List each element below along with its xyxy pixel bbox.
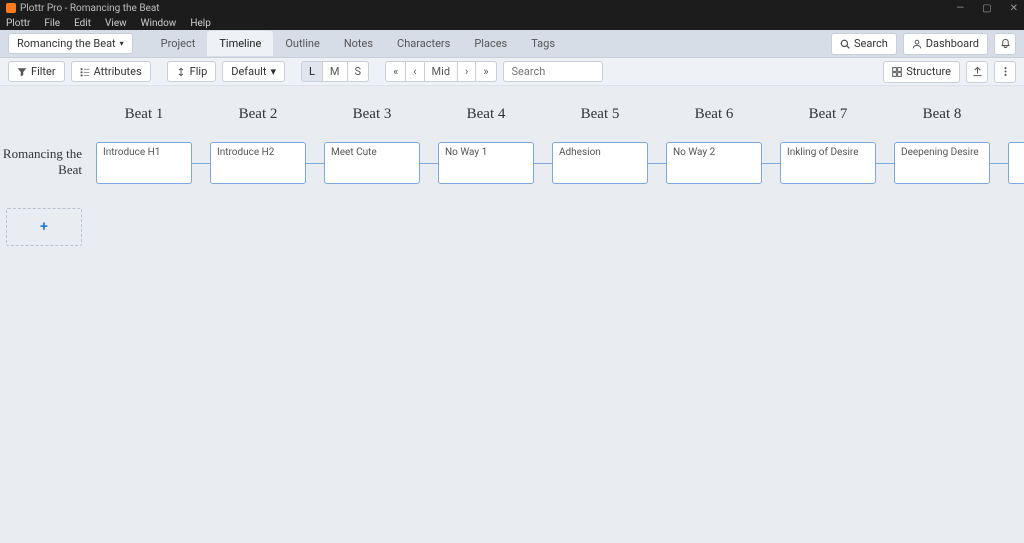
connector-line xyxy=(990,163,1008,164)
scene-card[interactable]: Introduce H1 xyxy=(96,142,192,184)
scene-card[interactable]: Inkling of Desire xyxy=(780,142,876,184)
kebab-icon xyxy=(1000,66,1011,77)
scene-card[interactable]: Adhesion xyxy=(552,142,648,184)
menu-bar: Plottr File Edit View Window Help xyxy=(0,16,1024,30)
tab-notes[interactable]: Notes xyxy=(332,31,385,56)
beat-header[interactable]: Beat 3 xyxy=(324,106,420,123)
connector-line xyxy=(648,163,666,164)
scene-card[interactable]: Meet Cute xyxy=(324,142,420,184)
tab-project[interactable]: Project xyxy=(149,31,208,56)
list-icon xyxy=(80,67,90,77)
scene-card[interactable]: No Way 1 xyxy=(438,142,534,184)
attributes-label: Attributes xyxy=(94,65,142,78)
caret-down-icon: ▾ xyxy=(270,65,276,78)
attributes-button[interactable]: Attributes xyxy=(71,61,151,82)
connector-line xyxy=(534,163,552,164)
filter-button[interactable]: Filter xyxy=(8,61,65,82)
plotline-label[interactable]: Romancing the Beat xyxy=(0,138,86,177)
beat-header[interactable]: Beat 5 xyxy=(552,106,648,123)
scene-card[interactable]: No Way 2 xyxy=(666,142,762,184)
grid-icon xyxy=(892,67,902,77)
plus-icon: + xyxy=(40,219,48,235)
structure-label: Structure xyxy=(906,65,951,78)
search-input[interactable] xyxy=(503,61,603,82)
plotline-row: Introduce H1 Introduce H2 Meet Cute No W… xyxy=(96,142,1024,184)
menu-edit[interactable]: Edit xyxy=(74,18,91,29)
default-label: Default xyxy=(231,65,266,78)
scene-card[interactable]: Introduce H2 xyxy=(210,142,306,184)
nav-tabs: Project Timeline Outline Notes Character… xyxy=(149,31,567,56)
menu-view[interactable]: View xyxy=(105,18,127,29)
filter-label: Filter xyxy=(31,65,56,78)
connector-line xyxy=(762,163,780,164)
tab-characters[interactable]: Characters xyxy=(385,31,462,56)
beat-header[interactable]: Beat 1 xyxy=(96,106,192,123)
menu-help[interactable]: Help xyxy=(190,18,210,29)
tab-outline[interactable]: Outline xyxy=(273,31,332,56)
beat-headers: Beat 1 Beat 2 Beat 3 Beat 4 Beat 5 Beat … xyxy=(96,106,990,123)
add-plotline-button[interactable]: + xyxy=(6,208,82,246)
connector-line xyxy=(192,163,210,164)
structure-button[interactable]: Structure xyxy=(883,61,960,83)
filter-icon xyxy=(17,67,27,77)
toolbar-row: Filter Attributes Flip Default ▾ L M S «… xyxy=(0,58,1024,86)
search-button[interactable]: Search xyxy=(831,33,897,55)
search-icon xyxy=(840,39,850,49)
beat-header[interactable]: Beat 4 xyxy=(438,106,534,123)
search-button-label: Search xyxy=(854,37,888,50)
menu-plottr[interactable]: Plottr xyxy=(6,18,30,29)
dashboard-button[interactable]: Dashboard xyxy=(903,33,988,55)
beat-header[interactable]: Beat 2 xyxy=(210,106,306,123)
scene-card[interactable] xyxy=(1008,142,1024,184)
notifications-button[interactable] xyxy=(994,33,1016,55)
beat-header[interactable]: Beat 7 xyxy=(780,106,876,123)
tab-places[interactable]: Places xyxy=(462,31,519,56)
minimize-icon[interactable]: — xyxy=(956,3,964,14)
beat-header[interactable]: Beat 8 xyxy=(894,106,990,123)
person-icon xyxy=(912,39,922,49)
tab-tags[interactable]: Tags xyxy=(519,31,567,56)
bell-icon xyxy=(1000,38,1011,49)
book-dropdown-label: Romancing the Beat xyxy=(17,37,116,50)
default-dropdown[interactable]: Default ▾ xyxy=(222,61,285,82)
menu-window[interactable]: Window xyxy=(141,18,177,29)
tab-timeline[interactable]: Timeline xyxy=(207,31,273,56)
flip-button[interactable]: Flip xyxy=(167,61,217,82)
zoom-group: L M S xyxy=(301,61,369,82)
nav-mid[interactable]: Mid xyxy=(425,61,458,82)
tabs-row: Romancing the Beat ▾ Project Timeline Ou… xyxy=(0,30,1024,58)
connector-line xyxy=(876,163,894,164)
connector-line xyxy=(420,163,438,164)
export-button[interactable] xyxy=(966,61,988,83)
nav-next[interactable]: › xyxy=(458,61,476,82)
dashboard-button-label: Dashboard xyxy=(926,37,979,50)
maximize-icon[interactable]: ▢ xyxy=(982,3,991,14)
nav-first[interactable]: « xyxy=(385,61,406,82)
nav-last[interactable]: » xyxy=(476,61,496,82)
connector-line xyxy=(306,163,324,164)
zoom-medium[interactable]: M xyxy=(323,61,348,82)
flip-label: Flip xyxy=(190,65,208,78)
window-title: Plottr Pro - Romancing the Beat xyxy=(20,3,160,14)
zoom-small[interactable]: S xyxy=(348,61,370,82)
flip-icon xyxy=(176,67,186,77)
zoom-large[interactable]: L xyxy=(301,61,323,82)
timeline-nav-group: « ‹ Mid › » xyxy=(385,61,496,82)
caret-down-icon: ▾ xyxy=(120,39,124,48)
timeline-viewport[interactable]: Beat 1 Beat 2 Beat 3 Beat 4 Beat 5 Beat … xyxy=(0,86,1024,543)
title-bar: Plottr Pro - Romancing the Beat — ▢ ✕ xyxy=(0,0,1024,16)
close-icon[interactable]: ✕ xyxy=(1010,3,1018,14)
app-logo-icon xyxy=(6,3,16,13)
scene-card[interactable]: Deepening Desire xyxy=(894,142,990,184)
beat-header[interactable]: Beat 6 xyxy=(666,106,762,123)
menu-file[interactable]: File xyxy=(44,18,60,29)
kebab-menu-button[interactable] xyxy=(994,61,1016,83)
book-dropdown[interactable]: Romancing the Beat ▾ xyxy=(8,33,133,54)
nav-prev[interactable]: ‹ xyxy=(406,61,424,82)
export-icon xyxy=(972,66,983,77)
